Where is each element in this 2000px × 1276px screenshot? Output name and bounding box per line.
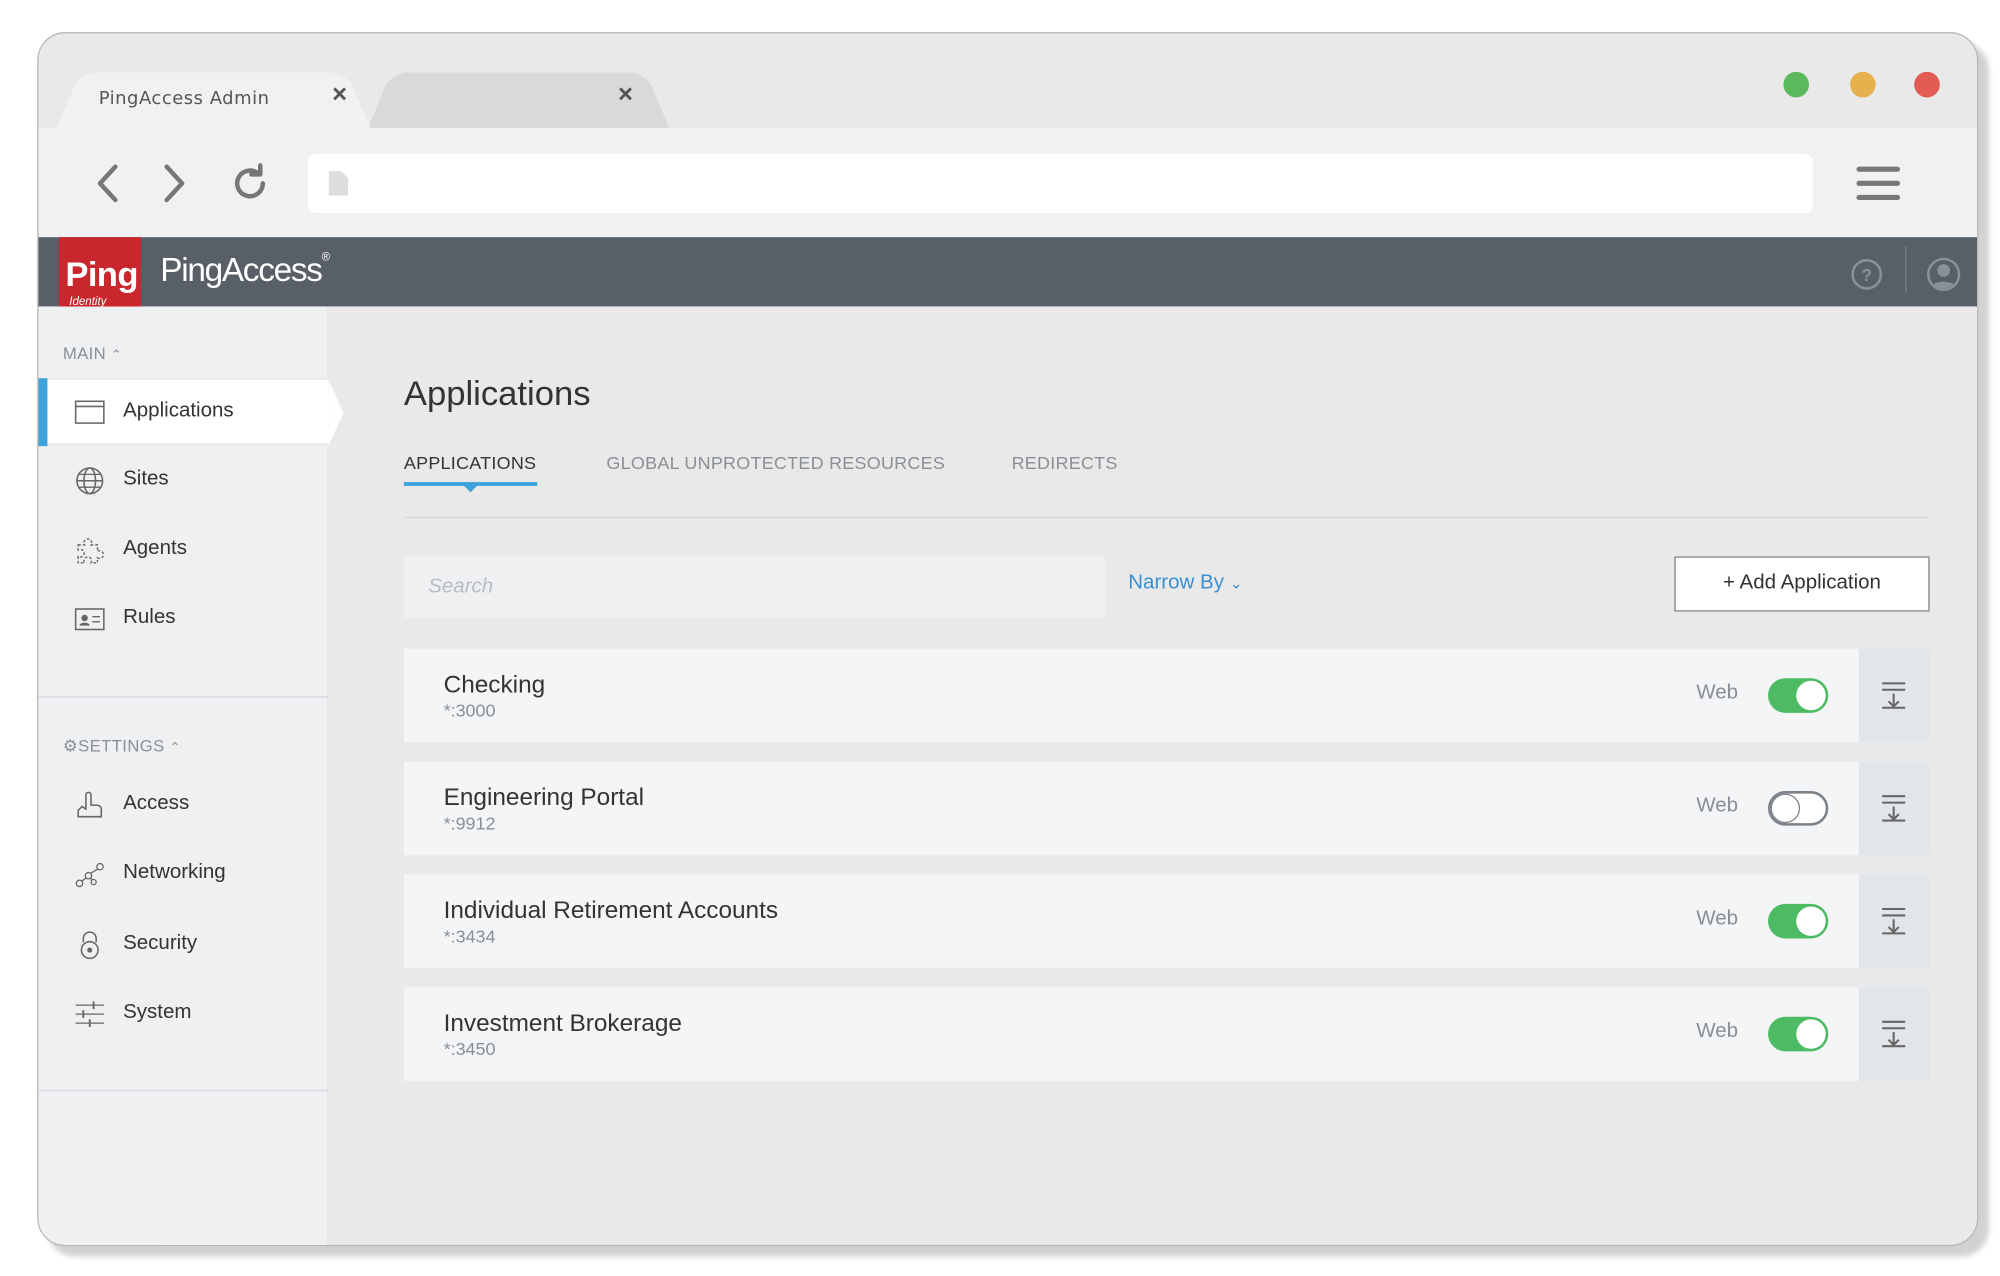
sidebar-item-label: Access bbox=[123, 792, 190, 815]
reload-icon bbox=[234, 163, 266, 199]
chevron-up-icon: ⌃ bbox=[111, 348, 123, 363]
header-divider bbox=[1905, 246, 1907, 293]
browser-window: × PingAccess Admin × Ping Identity PingA… bbox=[37, 32, 1979, 1247]
sidebar-item-label: Applications bbox=[123, 400, 234, 422]
window-minimize-button[interactable] bbox=[1850, 71, 1876, 98]
window-maximize-button[interactable] bbox=[1783, 71, 1810, 98]
sidebar: MAIN ⌃ Applications Sites Agents Rules ⚙… bbox=[38, 306, 344, 1245]
settings-gear-icon: ⚙ bbox=[62, 735, 79, 756]
expand-row-button[interactable] bbox=[1859, 648, 1930, 743]
back-button[interactable] bbox=[87, 162, 131, 206]
sidebar-item-security[interactable]: Security bbox=[38, 912, 328, 979]
sidebar-item-rules[interactable]: Rules bbox=[38, 586, 328, 653]
application-name: Individual Retirement Accounts bbox=[443, 897, 779, 925]
active-tab-caret bbox=[462, 484, 479, 493]
enable-toggle[interactable] bbox=[1768, 1016, 1829, 1052]
chevron-up-icon: ⌃ bbox=[169, 741, 181, 756]
sidebar-main-heading[interactable]: MAIN ⌃ bbox=[63, 344, 122, 363]
application-type: Web bbox=[1696, 682, 1739, 704]
expand-details-icon bbox=[1882, 907, 1906, 935]
application-port: *:3450 bbox=[443, 1038, 496, 1060]
tab-applications[interactable]: APPLICATIONS bbox=[404, 453, 536, 474]
help-icon[interactable]: ? bbox=[1851, 258, 1883, 290]
expand-row-button[interactable] bbox=[1859, 987, 1930, 1081]
enable-toggle[interactable] bbox=[1768, 903, 1829, 939]
tab-redirects[interactable]: REDIRECTS bbox=[1012, 453, 1118, 474]
window-close-button[interactable] bbox=[1914, 71, 1940, 98]
expand-row-button[interactable] bbox=[1859, 761, 1930, 856]
page-icon bbox=[328, 171, 349, 196]
globe-icon bbox=[76, 467, 104, 495]
list-item[interactable]: Engineering Portal *:9912 Web bbox=[403, 761, 1930, 856]
list-item[interactable]: Checking *:3000 Web bbox=[403, 648, 1930, 743]
add-application-button[interactable]: + Add Application bbox=[1674, 556, 1930, 612]
application-type: Web bbox=[1696, 907, 1739, 930]
page-title: Applications bbox=[403, 374, 591, 413]
tab-close-icon[interactable]: × bbox=[332, 81, 347, 110]
application-name: Checking bbox=[443, 671, 546, 699]
sidebar-item-system[interactable]: System bbox=[38, 981, 328, 1048]
ping-identity-logo: Ping Identity bbox=[58, 237, 142, 315]
application-port: *:3000 bbox=[443, 700, 496, 721]
sidebar-item-sites[interactable]: Sites bbox=[38, 447, 328, 514]
tab-global-unprotected-resources[interactable]: GLOBAL UNPROTECTED RESOURCES bbox=[606, 453, 945, 474]
application-type: Web bbox=[1696, 794, 1739, 817]
sidebar-item-networking[interactable]: Networking bbox=[38, 841, 328, 908]
sidebar-item-applications[interactable]: Applications bbox=[38, 378, 344, 447]
puzzle-icon bbox=[77, 538, 105, 564]
lock-icon bbox=[80, 931, 99, 960]
expand-details-icon bbox=[1882, 795, 1906, 822]
sidebar-item-label: Networking bbox=[123, 861, 226, 884]
sidebar-item-label: Sites bbox=[123, 467, 169, 490]
reload-button[interactable] bbox=[228, 162, 272, 206]
chevron-right-icon bbox=[164, 164, 185, 203]
sidebar-item-label: Rules bbox=[123, 606, 176, 629]
sidebar-item-agents[interactable]: Agents bbox=[38, 517, 328, 584]
application-port: *:3434 bbox=[443, 925, 496, 947]
expand-row-button[interactable] bbox=[1859, 874, 1930, 968]
expand-details-icon bbox=[1882, 1020, 1906, 1048]
tab-close-icon[interactable]: × bbox=[618, 81, 633, 110]
browser-menu-button[interactable] bbox=[1856, 166, 1901, 203]
address-bar[interactable] bbox=[307, 153, 1813, 213]
forward-button[interactable] bbox=[151, 162, 195, 206]
enable-toggle[interactable] bbox=[1768, 678, 1829, 713]
chevron-down-icon: ⌄ bbox=[1229, 574, 1243, 593]
sidebar-divider bbox=[38, 1089, 329, 1092]
tabs-divider bbox=[403, 516, 1930, 518]
chevron-left-icon bbox=[97, 164, 118, 203]
search-input[interactable] bbox=[403, 556, 1106, 618]
list-item[interactable]: Investment Brokerage *:3450 Web bbox=[403, 987, 1930, 1081]
network-icon bbox=[75, 862, 104, 888]
application-window-icon bbox=[74, 400, 105, 424]
sidebar-item-label: System bbox=[123, 1001, 192, 1024]
hand-icon bbox=[77, 791, 103, 818]
list-item[interactable]: Individual Retirement Accounts *:3434 We… bbox=[403, 874, 1930, 968]
sidebar-item-access[interactable]: Access bbox=[38, 772, 328, 839]
expand-details-icon bbox=[1882, 682, 1906, 709]
narrow-by-dropdown[interactable]: Narrow By ⌄ bbox=[1128, 572, 1242, 595]
browser-toolbar bbox=[38, 128, 1977, 238]
tab-title: PingAccess Admin bbox=[98, 88, 270, 109]
user-profile-icon[interactable] bbox=[1926, 257, 1961, 292]
application-port: *:9912 bbox=[443, 812, 496, 834]
sidebar-item-label: Security bbox=[123, 932, 198, 954]
id-card-icon bbox=[74, 608, 105, 631]
app-brand: PingAccess® bbox=[160, 250, 330, 289]
sidebar-settings-heading[interactable]: ⚙SETTINGS ⌃ bbox=[63, 736, 181, 757]
enable-toggle[interactable] bbox=[1768, 791, 1829, 826]
application-name: Investment Brokerage bbox=[443, 1010, 682, 1038]
application-type: Web bbox=[1696, 1020, 1739, 1043]
sliders-icon bbox=[75, 1001, 104, 1027]
browser-tab-empty[interactable]: × bbox=[367, 62, 670, 129]
browser-tab-pingaccess[interactable]: PingAccess Admin × bbox=[56, 62, 371, 129]
sidebar-divider bbox=[38, 696, 329, 698]
application-name: Engineering Portal bbox=[443, 784, 645, 812]
sidebar-item-label: Agents bbox=[123, 537, 187, 559]
app-header: Ping Identity PingAccess® bbox=[38, 237, 1977, 315]
